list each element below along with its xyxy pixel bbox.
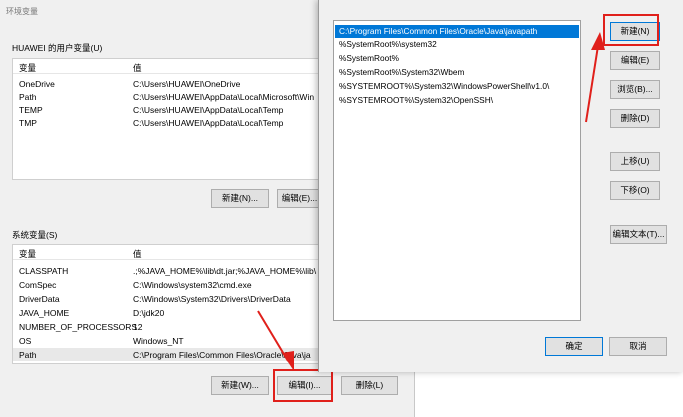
path-entry[interactable]: %SystemRoot%\system32	[335, 38, 579, 51]
table-row[interactable]: OneDrive C:\Users\HUAWEI\OneDrive	[13, 77, 323, 90]
variable-value: C:\Users\HUAWEI\AppData\Local\Temp	[133, 118, 284, 128]
system-variables-header: 变量 值	[13, 245, 323, 260]
column-variable: 变量	[19, 63, 37, 73]
variable-value: 12	[133, 322, 143, 332]
ok-button[interactable]: 确定	[545, 337, 603, 356]
user-variables-label: HUAWEI 的用户变量(U)	[12, 43, 103, 53]
path-entry[interactable]: %SYSTEMROOT%\System32\OpenSSH\	[335, 94, 579, 107]
path-entry[interactable]: %SYSTEMROOT%\System32\WindowsPowerShell\…	[335, 80, 579, 93]
move-down-button[interactable]: 下移(O)	[610, 181, 660, 200]
variable-value: C:\Users\HUAWEI\AppData\Local\Temp	[133, 105, 284, 115]
table-row[interactable]: DriverData C:\Windows\System32\Drivers\D…	[13, 292, 323, 305]
move-up-button[interactable]: 上移(U)	[610, 152, 660, 171]
variable-name: NUMBER_OF_PROCESSORS	[19, 322, 138, 332]
variable-name: TMP	[19, 118, 37, 128]
column-value: 值	[133, 249, 142, 259]
edit-text-button[interactable]: 编辑文本(T)...	[610, 225, 667, 244]
cancel-button[interactable]: 取消	[609, 337, 667, 356]
variable-value: C:\Windows\system32\cmd.exe	[133, 280, 252, 290]
column-variable: 变量	[19, 249, 37, 259]
path-entries-list[interactable]: C:\Program Files\Common Files\Oracle\Jav…	[333, 20, 581, 321]
variable-name: CLASSPATH	[19, 266, 69, 276]
path-entry-selected[interactable]: C:\Program Files\Common Files\Oracle\Jav…	[335, 25, 579, 38]
window-title: 环境变量	[6, 7, 38, 16]
variable-value: C:\Users\HUAWEI\OneDrive	[133, 79, 241, 89]
variable-name: OS	[19, 336, 32, 346]
annotation-arrow-icon	[585, 32, 605, 123]
variable-name: OneDrive	[19, 79, 55, 89]
variable-value: D:\jdk20	[133, 308, 165, 318]
variable-name: ComSpec	[19, 280, 57, 290]
variable-value: C:\Windows\System32\Drivers\DriverData	[133, 294, 291, 304]
variable-value: C:\Users\HUAWEI\AppData\Local\Microsoft\…	[133, 92, 315, 102]
path-entry[interactable]: %SystemRoot%	[335, 52, 579, 65]
user-edit-button[interactable]: 编辑(E)...	[277, 189, 322, 208]
delete-path-button[interactable]: 删除(D)	[610, 109, 660, 128]
system-variables-label: 系统变量(S)	[12, 230, 58, 240]
edit-environment-variable-dialog: C:\Program Files\Common Files\Oracle\Jav…	[318, 0, 683, 372]
table-row[interactable]: Path C:\Users\HUAWEI\AppData\Local\Micro…	[13, 90, 323, 103]
variable-name: TEMP	[19, 105, 43, 115]
annotation-arrow-icon	[257, 310, 294, 371]
edit-path-button[interactable]: 编辑(E)	[610, 51, 660, 70]
table-row[interactable]: TEMP C:\Users\HUAWEI\AppData\Local\Temp	[13, 103, 323, 116]
variable-name: JAVA_HOME	[19, 308, 70, 318]
table-row[interactable]: CLASSPATH .;%JAVA_HOME%\lib\dt.jar;%JAVA…	[13, 264, 323, 277]
user-new-button[interactable]: 新建(N)...	[211, 189, 269, 208]
variable-name: DriverData	[19, 294, 60, 304]
variable-value: Windows_NT	[133, 336, 184, 346]
variable-name: Path	[19, 350, 37, 360]
column-value: 值	[133, 63, 142, 73]
variable-value: .;%JAVA_HOME%\lib\dt.jar;%JAVA_HOME%\lib…	[133, 266, 317, 276]
variable-name: Path	[19, 92, 37, 102]
user-variables-header: 变量 值	[13, 59, 323, 74]
system-delete-button[interactable]: 删除(L)	[341, 376, 398, 395]
table-row[interactable]: TMP C:\Users\HUAWEI\AppData\Local\Temp	[13, 116, 323, 129]
table-row[interactable]: ComSpec C:\Windows\system32\cmd.exe	[13, 278, 323, 291]
user-variables-list[interactable]: 变量 值 OneDrive C:\Users\HUAWEI\OneDrive P…	[12, 58, 324, 180]
system-new-button[interactable]: 新建(W)...	[211, 376, 269, 395]
path-entry[interactable]: %SystemRoot%\System32\Wbem	[335, 66, 579, 79]
browse-button[interactable]: 浏览(B)...	[610, 80, 660, 99]
